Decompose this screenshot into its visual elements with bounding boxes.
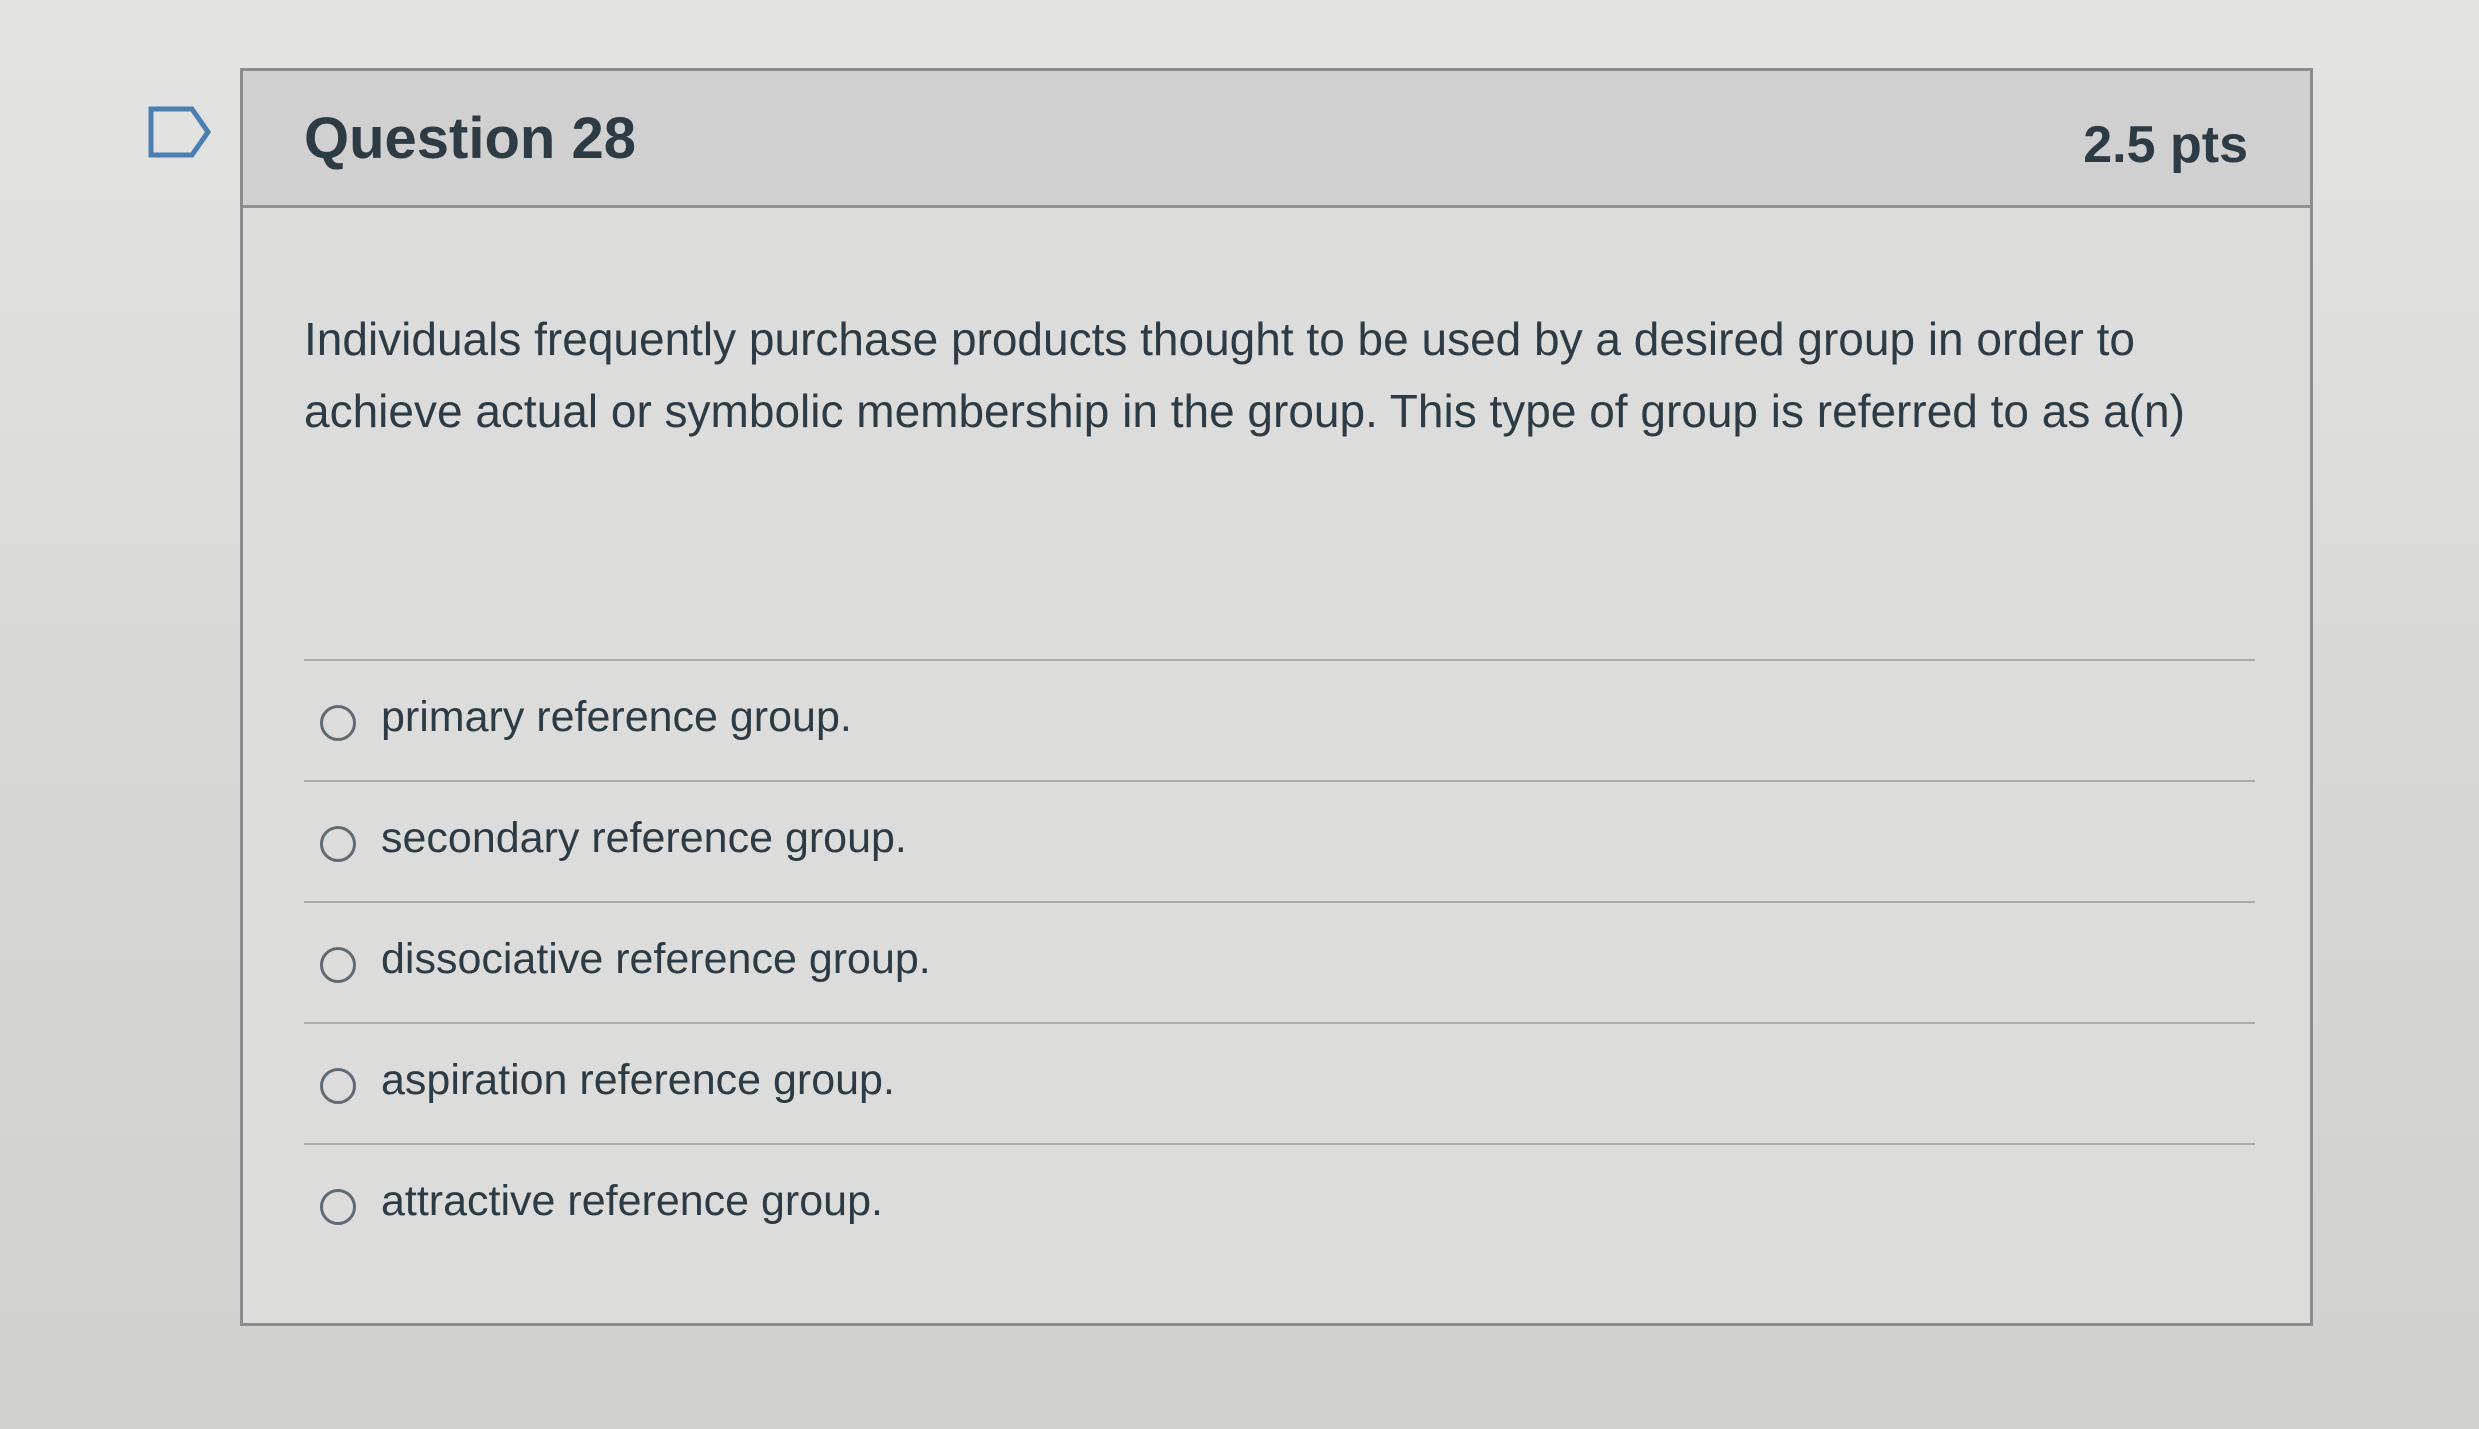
answer-option[interactable]: aspiration reference group. [304, 1022, 2255, 1143]
answer-option[interactable]: primary reference group. [304, 659, 2255, 780]
radio-button[interactable] [320, 826, 356, 862]
radio-button[interactable] [320, 1189, 356, 1225]
answer-option[interactable]: secondary reference group. [304, 780, 2255, 901]
radio-button[interactable] [320, 947, 356, 983]
answer-label[interactable]: secondary reference group. [381, 814, 907, 863]
flag-question-icon[interactable] [148, 106, 212, 158]
answer-option[interactable]: dissociative reference group. [304, 901, 2255, 1022]
question-text: Individuals frequently purchase products… [304, 313, 2185, 437]
answer-label[interactable]: aspiration reference group. [381, 1056, 895, 1105]
answer-label[interactable]: primary reference group. [381, 693, 852, 742]
answer-list: primary reference group. secondary refer… [304, 659, 2255, 1264]
question-points: 2.5 pts [2083, 116, 2248, 174]
answer-label[interactable]: attractive reference group. [381, 1177, 883, 1226]
question-header: Question 28 2.5 pts [243, 71, 2310, 208]
answer-label[interactable]: dissociative reference group. [381, 935, 931, 984]
radio-button[interactable] [320, 705, 356, 741]
question-title: Question 28 [304, 106, 636, 171]
answer-option[interactable]: attractive reference group. [304, 1143, 2255, 1264]
question-card: Question 28 2.5 pts Individuals frequent… [240, 68, 2313, 1326]
radio-button[interactable] [320, 1068, 356, 1104]
